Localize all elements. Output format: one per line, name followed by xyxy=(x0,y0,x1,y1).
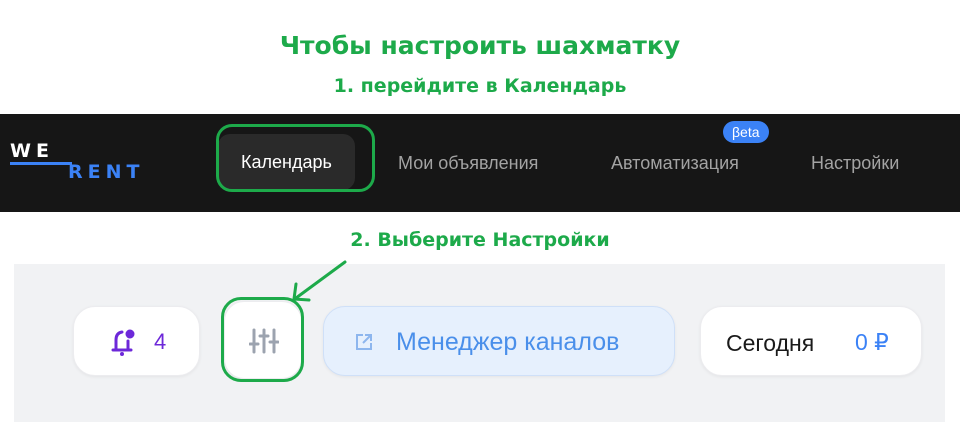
logo-rent: RENT xyxy=(68,161,145,183)
today-button[interactable]: Сегодня 0 ₽ xyxy=(700,306,922,376)
logo-we: WE xyxy=(10,140,54,162)
logo-bar xyxy=(10,162,72,165)
channel-manager-label: Менеджер каналов xyxy=(396,328,620,356)
annotation-step-1: 1. перейдите в Календарь xyxy=(333,75,627,97)
annotation-step-2: 2. Выберите Настройки xyxy=(350,229,610,251)
bell-icon xyxy=(111,329,135,356)
beta-badge: βeta xyxy=(723,121,769,143)
highlight-calendar xyxy=(216,124,375,192)
highlight-settings xyxy=(221,297,304,382)
nav-item-settings[interactable]: Настройки xyxy=(811,114,899,212)
notifications-button[interactable]: 4 xyxy=(73,306,200,376)
notifications-count: 4 xyxy=(154,329,167,354)
today-label: Сегодня xyxy=(726,330,815,356)
nav-item-automation[interactable]: Автоматизация xyxy=(611,114,739,212)
top-navbar: WE RENT Календарь Мои объявления Автомат… xyxy=(0,114,960,212)
logo[interactable]: WE RENT xyxy=(10,140,160,184)
nav-item-my-listings[interactable]: Мои объявления xyxy=(398,114,538,212)
today-amount: 0 ₽ xyxy=(855,329,889,355)
annotation-title: Чтобы настроить шахматку xyxy=(279,31,681,60)
external-link-icon xyxy=(356,334,372,350)
channel-manager-button[interactable]: Менеджер каналов xyxy=(323,306,675,376)
